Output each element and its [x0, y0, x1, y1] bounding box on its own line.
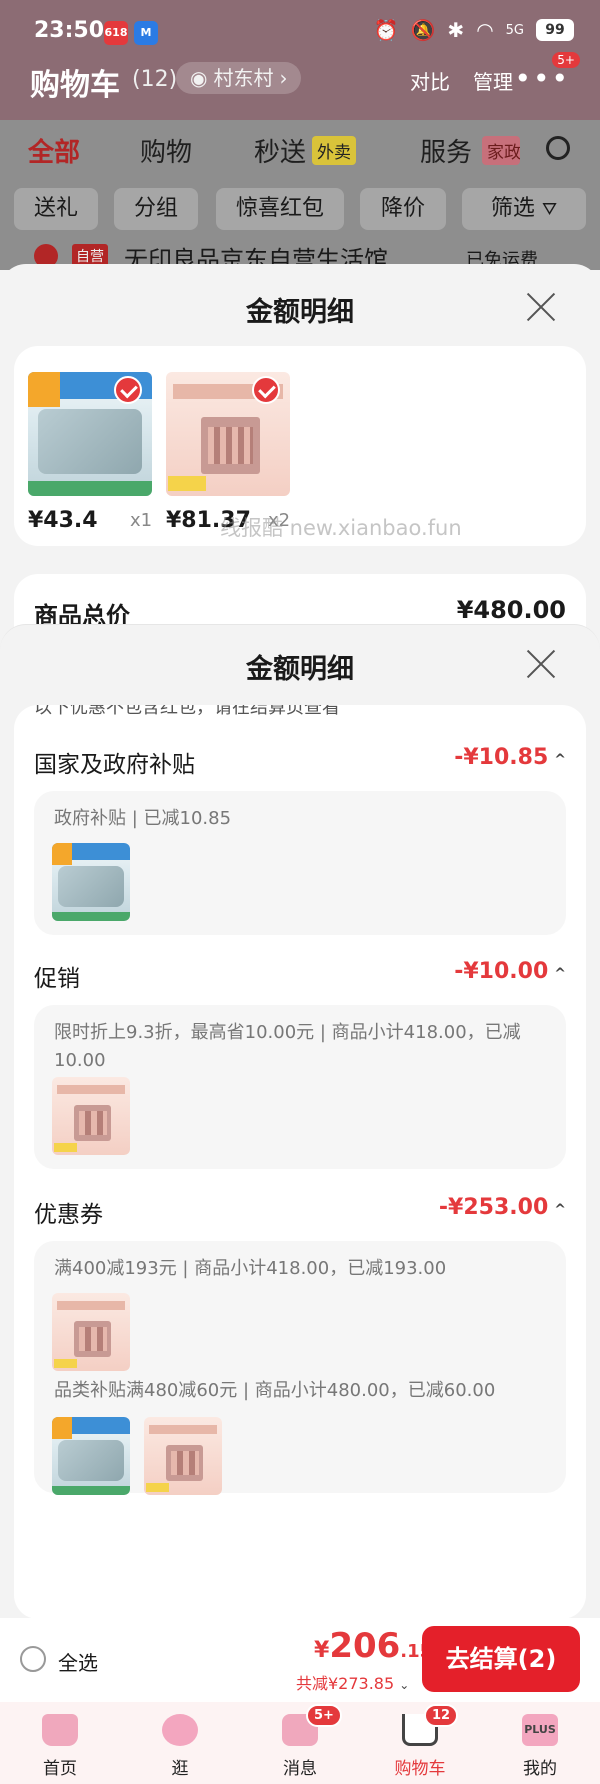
check-icon[interactable] [252, 376, 280, 404]
filter-screen-label: 筛选 [490, 196, 535, 221]
eye-icon: ◉ [190, 66, 208, 90]
product-thumb-palette [52, 1293, 130, 1371]
chevron-up-icon: ^ [554, 966, 566, 982]
section-amount-subsidy[interactable]: -¥10.85 ^ [454, 745, 566, 770]
plus-icon: PLUS [522, 1714, 558, 1746]
nav-cart[interactable]: 12 购物车 [360, 1702, 480, 1784]
product-qty: x1 [130, 510, 153, 531]
nav-label: 逛 [171, 1759, 189, 1779]
status-bar: 23:50 618 M ⏰ 🔕 ✱ ◠ 5G 99 [0, 0, 600, 66]
nav-label: 购物车 [394, 1759, 446, 1779]
signal-label: 5G [505, 22, 524, 38]
discount-detail-card: 以下优惠不包含红包，请在结算页查看 国家及政府补贴 -¥10.85 ^ 政府补贴 … [14, 705, 586, 1619]
bottom-nav: 首页 逛 5+ 消息 12 购物车 PLUS 我的 [0, 1702, 600, 1784]
browse-icon [162, 1714, 198, 1746]
select-all-label[interactable]: 全选 [58, 1647, 98, 1676]
product-thumb-pillow [52, 843, 130, 921]
checkout-button[interactable]: 去结算(2) [422, 1626, 580, 1692]
tab-instant-tag: 外卖 [312, 136, 356, 165]
currency-symbol: ¥ [314, 1638, 330, 1663]
promotion-amount: -¥10.00 [454, 959, 549, 984]
more-badge: 5+ [552, 52, 580, 68]
message-badge: 5+ [306, 1704, 342, 1727]
chevron-down-icon: ⌄ [399, 1678, 410, 1692]
detail-box-promotion: 限时折上9.3折，最高省10.00元 | 商品小计418.00，已减10.00 [34, 1005, 566, 1169]
status-time: 23:50 [34, 18, 105, 43]
filter-group[interactable]: 分组 [114, 188, 198, 230]
checkout-bar: 全选 ¥206.15 共减¥273.85 ⌄ 去结算(2) [0, 1618, 600, 1702]
detail-text: 品类补贴满480减60元 | 商品小计480.00，已减60.00 [54, 1380, 496, 1401]
detail-box-subsidy: 政府补贴 | 已减10.85 [34, 791, 566, 935]
nav-label: 首页 [43, 1759, 77, 1779]
location-selector[interactable]: ◉ 村东村 › [176, 62, 302, 94]
nav-messages[interactable]: 5+ 消息 [240, 1702, 360, 1784]
check-icon[interactable] [114, 376, 142, 404]
filter-icon: ⛛ [541, 199, 558, 220]
page-title: 购物车 [30, 68, 120, 103]
coupon-amount: -¥253.00 [438, 1195, 549, 1220]
tab-all[interactable]: 全部 [28, 132, 80, 169]
nav-label: 消息 [283, 1759, 317, 1779]
section-amount-promotion[interactable]: -¥10.00 ^ [454, 959, 566, 984]
chevron-right-icon: › [279, 66, 288, 90]
amount-detail-sheet: 金额明细 以下优惠不包含红包，请在结算页查看 国家及政府补贴 -¥10.85 ^ … [0, 624, 600, 1624]
app-618-icon: 618 [104, 21, 128, 45]
product-card: ¥43.4 x1 ¥81.37 x2 线报酷 new.xianbao.fun [14, 346, 586, 546]
battery-icon: 99 [536, 19, 574, 41]
sheet-title: 金额明细 [246, 297, 354, 328]
cart-count: (12) [132, 67, 178, 92]
section-title-promotion: 促销 [34, 966, 80, 992]
nav-mine[interactable]: PLUS 我的 [480, 1702, 600, 1784]
discount-toggle[interactable]: 共减¥273.85 ⌄ [296, 1670, 409, 1694]
section-amount-coupon[interactable]: -¥253.00 ^ [439, 1195, 566, 1220]
compare-button[interactable]: 对比 [410, 66, 450, 95]
total-value: ¥480.00 [456, 596, 566, 624]
mute-icon: 🔕 [410, 18, 436, 42]
system-icons: ⏰ 🔕 ✱ ◠ 5G 99 [374, 18, 574, 42]
location-label: 村东村 [213, 66, 274, 90]
detail-text: 政府补贴 | 已减10.85 [54, 808, 232, 829]
filter-pricedrop[interactable]: 降价 [360, 188, 446, 230]
home-icon [42, 1714, 78, 1746]
manage-button[interactable]: 管理 [473, 66, 513, 95]
nav-browse[interactable]: 逛 [120, 1702, 240, 1784]
filter-redpacket[interactable]: 惊喜红包 [216, 188, 344, 230]
chevron-up-icon: ^ [554, 752, 566, 768]
wifi-icon: ◠ [476, 18, 494, 42]
subsidy-amount: -¥10.85 [454, 745, 549, 770]
close-icon[interactable] [525, 647, 557, 679]
detail-text: 限时折上9.3折，最高省10.00元 | 商品小计418.00，已减10.00 [54, 1022, 521, 1071]
nav-home[interactable]: 首页 [0, 1702, 120, 1784]
product-thumb-pillow [52, 1417, 130, 1495]
close-icon[interactable] [525, 290, 557, 322]
discount-note: 以下优惠不包含红包，请在结算页查看 [34, 705, 340, 718]
detail-text: 满400减193元 | 商品小计418.00，已减193.00 [54, 1258, 447, 1279]
tab-service[interactable]: 服务 [420, 132, 472, 169]
sheet-title: 金额明细 [246, 654, 354, 685]
tab-shopping[interactable]: 购物 [140, 132, 192, 169]
search-icon[interactable] [546, 136, 570, 160]
product-thumb-palette [52, 1077, 130, 1155]
tab-service-tag: 家政 [482, 136, 520, 165]
price-integer: 206 [329, 1626, 401, 1666]
product-price: ¥43.4 [28, 508, 98, 533]
detail-box-coupon: 满400减193元 | 商品小计418.00，已减193.00 品类补贴满480… [34, 1241, 566, 1495]
select-all-radio[interactable] [20, 1646, 46, 1672]
section-title-coupon: 优惠券 [34, 1202, 103, 1228]
section-title-subsidy: 国家及政府补贴 [34, 752, 195, 778]
total-price: ¥206.15 [314, 1626, 432, 1666]
discount-total: 共减¥273.85 [296, 1674, 395, 1693]
bluetooth-icon: ✱ [447, 18, 465, 42]
nav-label: 我的 [523, 1759, 557, 1779]
app-m-icon: M [134, 21, 158, 45]
product-thumb-palette [144, 1417, 222, 1495]
alarm-icon: ⏰ [373, 18, 399, 42]
cart-badge: 12 [424, 1704, 459, 1727]
filter-gift[interactable]: 送礼 [14, 188, 98, 230]
chevron-up-icon: ^ [554, 1202, 566, 1218]
filter-screen[interactable]: 筛选 ⛛ [462, 188, 586, 230]
watermark: 线报酷 new.xianbao.fun [220, 516, 462, 540]
tab-instant[interactable]: 秒送 [254, 132, 306, 169]
